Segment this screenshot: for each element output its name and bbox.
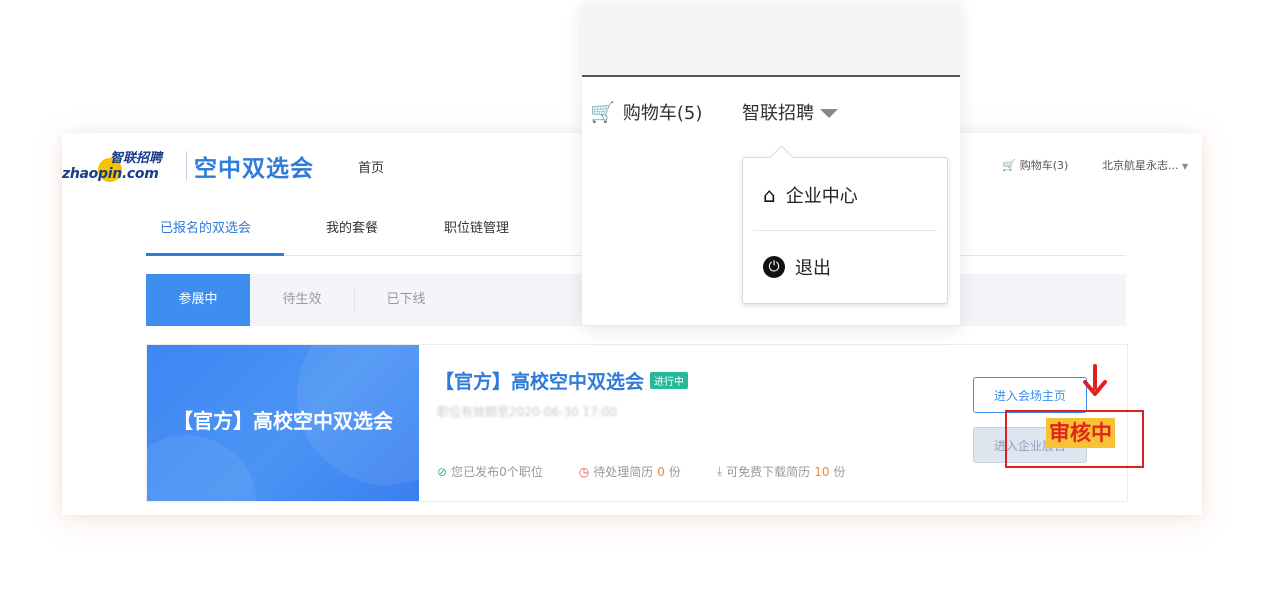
zoom-user-label: 智联招聘 bbox=[742, 103, 814, 124]
stat-free-downloads: ⤓ 可免费下载简历 10 份 bbox=[717, 463, 846, 480]
stat-free-suffix: 份 bbox=[833, 465, 846, 479]
stat-published-label: 您已发布0个职位 bbox=[451, 465, 543, 479]
logo-divider bbox=[186, 151, 187, 181]
home-icon: ⌂ bbox=[763, 183, 776, 207]
status-tab-pending[interactable]: 待生效 bbox=[250, 274, 354, 326]
stat-pending-label: 待处理简历 bbox=[593, 465, 654, 479]
event-banner[interactable]: 【官方】高校空中双选会 bbox=[147, 345, 419, 501]
zoom-cart-label: 购物车(5) bbox=[622, 103, 703, 124]
status-tab-offline[interactable]: 已下线 bbox=[354, 274, 458, 326]
user-dropdown-menu: ⌂ 企业中心 ⏻ 退出 bbox=[742, 145, 948, 304]
cart-icon: 🛒 bbox=[590, 100, 615, 124]
event-card: 【官方】高校空中双选会 【官方】高校空中双选会 进行中 职位有效期至2020-0… bbox=[146, 344, 1128, 502]
status-tab-exhibiting[interactable]: 参展中 bbox=[146, 274, 250, 326]
zoomed-header-bar bbox=[582, 3, 960, 75]
logo[interactable]: zhaopin.com 智联招聘 空中双选会 bbox=[62, 147, 324, 187]
download-icon: ⤓ bbox=[716, 464, 723, 478]
header-user-label: 北京航星永志... bbox=[1102, 159, 1179, 172]
enter-venue-button[interactable]: 进入会场主页 bbox=[973, 377, 1087, 413]
tab-position-chain[interactable]: 职位链管理 bbox=[444, 217, 509, 236]
clock-icon: ◷ bbox=[578, 464, 590, 479]
zoomed-header-panel: 🛒 购物车(5) 智联招聘 ⌂ 企业中心 ⏻ 退出 bbox=[582, 3, 960, 325]
stat-pending-resumes: ◷ 待处理简历 0份 bbox=[579, 463, 681, 480]
cart-icon: 🛒 bbox=[1002, 158, 1016, 172]
chevron-down-icon: ▼ bbox=[1182, 162, 1189, 171]
banner-decoration bbox=[147, 435, 257, 501]
annotation-arrow-icon bbox=[1083, 364, 1107, 396]
event-deadline: 职位有效期至2020-06-30 17:00 bbox=[437, 405, 618, 419]
header-user-menu[interactable]: 北京航星永志... ▼ bbox=[1102, 157, 1188, 173]
logo-text-en: zhaopin.com bbox=[62, 166, 159, 182]
menu-item-label: 退出 bbox=[795, 258, 831, 279]
header-cart-label: 购物车(3) bbox=[1019, 159, 1069, 172]
stat-free-count: 10 bbox=[814, 464, 830, 479]
stat-published: ⊘ 您已发布0个职位 bbox=[437, 463, 543, 480]
banner-title: 【官方】高校空中双选会 bbox=[173, 409, 393, 433]
caret-down-icon bbox=[820, 108, 838, 118]
product-name: 空中双选会 bbox=[194, 156, 314, 182]
stat-pending-count: 0 bbox=[657, 464, 665, 479]
zoom-user-menu[interactable]: 智联招聘 bbox=[742, 99, 838, 125]
tab-registered-fairs[interactable]: 已报名的双选会 bbox=[160, 217, 251, 236]
menu-item-enterprise-center[interactable]: ⌂ 企业中心 bbox=[763, 182, 858, 208]
nav-home-link[interactable]: 首页 bbox=[358, 157, 384, 176]
menu-divider bbox=[753, 230, 937, 231]
check-circle-icon: ⊘ bbox=[437, 464, 448, 479]
dropdown-pointer bbox=[769, 145, 794, 170]
zoom-cart-link[interactable]: 🛒 购物车(5) bbox=[590, 99, 702, 125]
header-cart-link[interactable]: 🛒 购物车(3) bbox=[1002, 157, 1068, 173]
annotation-label: 审核中 bbox=[1046, 418, 1115, 448]
menu-item-logout[interactable]: ⏻ 退出 bbox=[763, 254, 831, 280]
active-tab-indicator bbox=[146, 253, 284, 256]
tab-my-package[interactable]: 我的套餐 bbox=[326, 217, 378, 236]
event-title[interactable]: 【官方】高校空中双选会 进行中 bbox=[435, 367, 689, 394]
menu-item-label: 企业中心 bbox=[785, 186, 858, 207]
stat-pending-suffix: 份 bbox=[668, 465, 681, 479]
event-stats: ⊘ 您已发布0个职位 ◷ 待处理简历 0份 ⤓ 可免费下载简历 10 份 bbox=[437, 463, 845, 480]
stat-free-label: 可免费下载简历 bbox=[726, 465, 811, 479]
zoomed-header-line bbox=[582, 75, 960, 77]
status-badge: 进行中 bbox=[650, 372, 689, 389]
event-title-text: 【官方】高校空中双选会 bbox=[435, 371, 645, 393]
power-icon: ⏻ bbox=[763, 256, 785, 278]
logo-text-cn: 智联招聘 bbox=[110, 151, 163, 166]
